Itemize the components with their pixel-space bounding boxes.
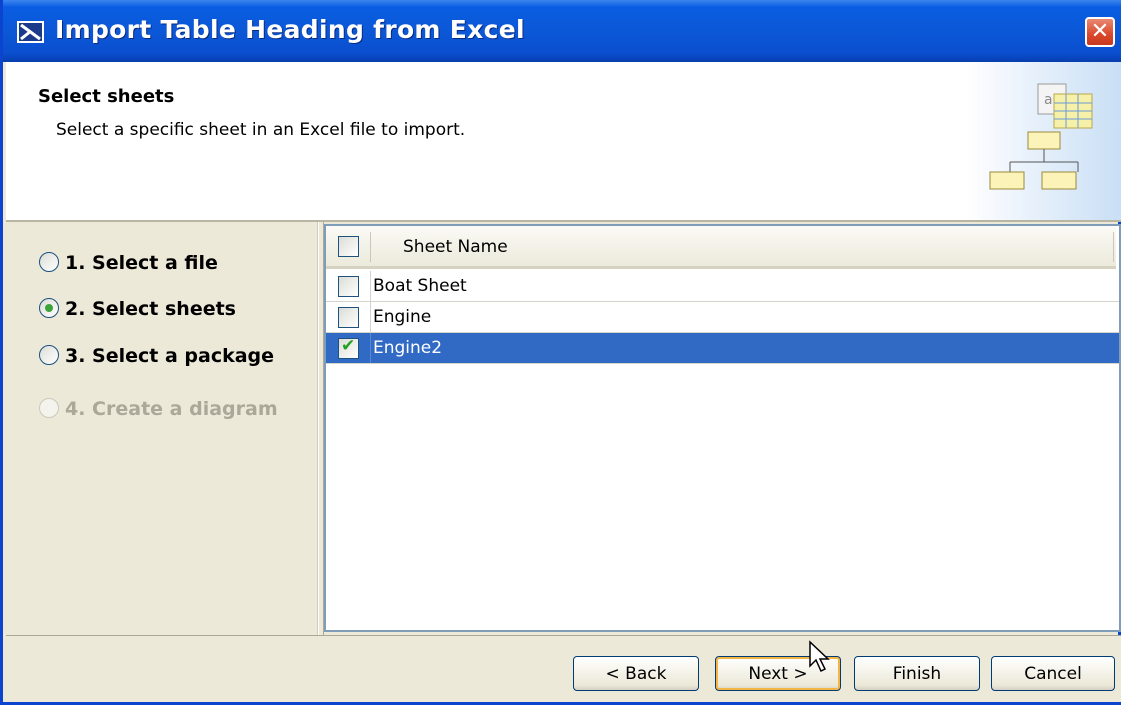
sheets-table: Sheet Name Boat Sheet Engine Engine2 — [324, 224, 1121, 632]
row-checkbox-checked[interactable] — [338, 336, 359, 359]
wizard-header: Select sheets Select a specific sheet in… — [6, 62, 1121, 222]
column-header-sheet-name[interactable]: Sheet Name — [403, 237, 508, 257]
button-bar: < Back Next > Finish Cancel — [6, 635, 1121, 702]
radio-icon — [39, 397, 59, 418]
finish-button[interactable]: Finish — [854, 656, 980, 691]
wizard-diagram-icon: a. — [966, 62, 1121, 220]
table-header: Sheet Name — [326, 226, 1116, 269]
cell-divider — [370, 271, 371, 301]
step-create-diagram: 4. Create a diagram — [39, 397, 278, 428]
wizard-steps: 1. Select a file 2. Select sheets 3. Sel… — [6, 222, 318, 635]
cell-divider — [370, 333, 371, 363]
sheet-name: Boat Sheet — [373, 276, 467, 296]
back-button[interactable]: < Back — [573, 656, 699, 691]
step-select-file[interactable]: 1. Select a file — [39, 251, 218, 282]
table-row[interactable]: Engine — [326, 302, 1119, 333]
header-title: Select sheets — [38, 86, 175, 107]
step-select-sheets[interactable]: 2. Select sheets — [39, 297, 236, 328]
row-checkbox[interactable] — [338, 307, 359, 328]
dialog-window: Import Table Heading from Excel ✕ Select… — [0, 0, 1121, 705]
table-row[interactable]: Boat Sheet — [326, 271, 1119, 302]
cancel-button[interactable]: Cancel — [991, 656, 1115, 691]
row-checkbox[interactable] — [338, 276, 359, 297]
sheet-name: Engine — [373, 307, 432, 327]
cell-divider — [370, 302, 371, 332]
step-label: 1. Select a file — [65, 252, 218, 274]
step-label: 4. Create a diagram — [65, 398, 278, 420]
radio-icon — [39, 344, 59, 365]
radio-selected-icon — [39, 297, 59, 318]
header-subtitle: Select a specific sheet in an Excel file… — [56, 120, 466, 140]
table-row-selected[interactable]: Engine2 — [326, 333, 1119, 364]
column-divider — [1113, 232, 1114, 262]
title-bar[interactable]: Import Table Heading from Excel ✕ — [3, 0, 1121, 62]
step-select-package[interactable]: 3. Select a package — [39, 344, 275, 375]
app-icon — [17, 21, 44, 43]
step-label: 2. Select sheets — [65, 298, 236, 320]
step-label: 3. Select a package — [65, 345, 275, 367]
select-all-checkbox[interactable] — [338, 236, 359, 257]
window-title: Import Table Heading from Excel — [55, 15, 525, 44]
close-icon[interactable]: ✕ — [1085, 17, 1115, 47]
column-divider — [370, 232, 371, 262]
sheet-name: Engine2 — [373, 338, 443, 358]
radio-icon — [39, 251, 59, 272]
